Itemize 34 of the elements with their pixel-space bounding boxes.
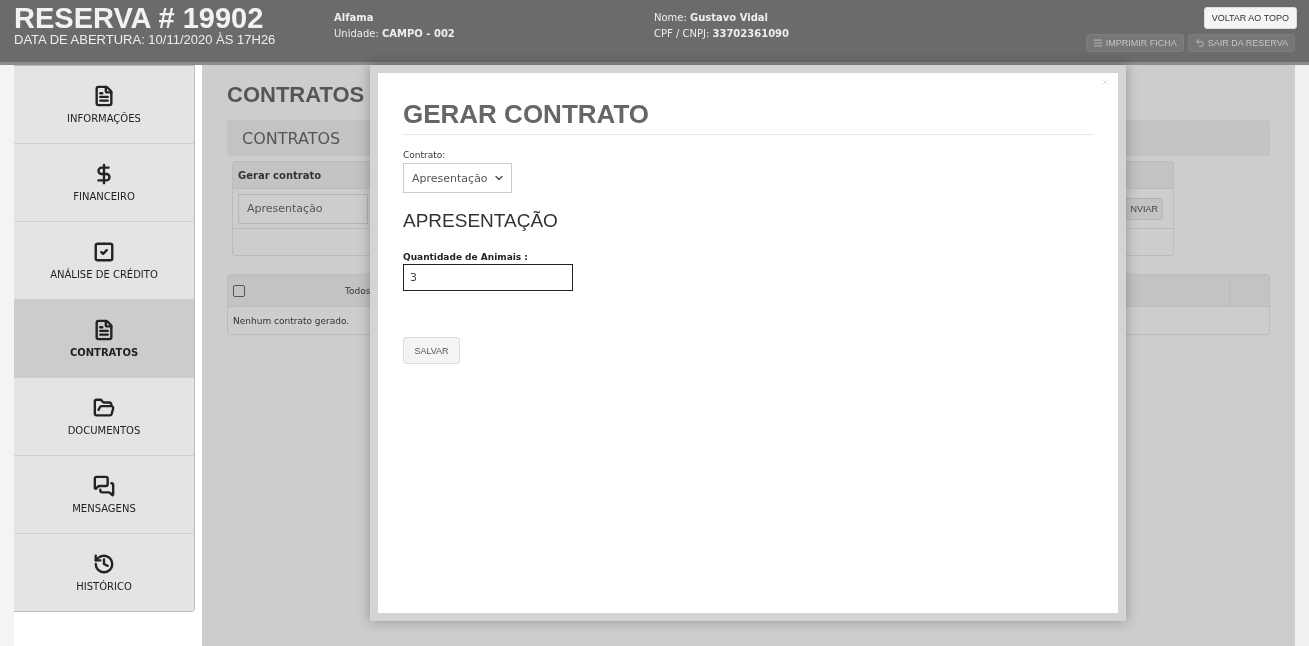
dialog-title: GERAR CONTRATO (403, 99, 1093, 135)
folder-icon (93, 397, 115, 419)
contract-select[interactable]: Apresentação (238, 193, 368, 224)
animals-label: Quantidade de Animais : (403, 252, 529, 262)
list-icon (1092, 38, 1103, 48)
header-info: Nome: Gustavo Vidal (654, 12, 770, 23)
sidebar-label: FINANCEIRO (73, 191, 135, 202)
sidebar-label: DOCUMENTOS (67, 425, 141, 436)
animals-field[interactable]: 3 (403, 264, 573, 291)
sidebar-label: ANÁLISE DE CRÉDITO (50, 269, 158, 280)
undo-icon (1194, 38, 1205, 48)
page-title: CONTRATOS (227, 82, 365, 109)
back-to-top-button[interactable]: VOLTAR AO TOPO (1203, 7, 1297, 29)
select-all-checkbox[interactable] (233, 284, 245, 297)
header-info: CPF / CNPJ: 33702361090 (654, 28, 791, 39)
chat-icon (93, 475, 115, 497)
header-info: Alfama (334, 12, 375, 23)
header-info: Unidade: CAMPO - 002 (334, 28, 456, 39)
sidebar-item[interactable]: CONTRATOS (14, 300, 194, 378)
document-icon (93, 319, 115, 341)
document-icon (93, 85, 115, 107)
sidebar-label: CONTRATOS (69, 347, 139, 358)
history-icon (93, 553, 115, 575)
reservation-title: RESERVA # 19902 (14, 4, 265, 33)
section-title: APRESENTAÇÃO (403, 210, 559, 232)
empty-message: Nenhum contrato gerado. (232, 314, 351, 328)
save-button[interactable]: SALVAR (403, 337, 460, 364)
sidebar-label: INFORMAÇÕES (67, 113, 141, 124)
select-all-label: Todos (345, 285, 371, 296)
sidebar-label: HISTÓRICO (76, 581, 132, 592)
contract-dropdown[interactable]: Apresentação (403, 163, 512, 193)
opening-date: DATA DE ABERTURA: 10/11/2020 ÀS 17H26 (14, 33, 277, 47)
checkbox-icon (93, 241, 115, 263)
sidebar-label: MENSAGENS (72, 503, 136, 514)
